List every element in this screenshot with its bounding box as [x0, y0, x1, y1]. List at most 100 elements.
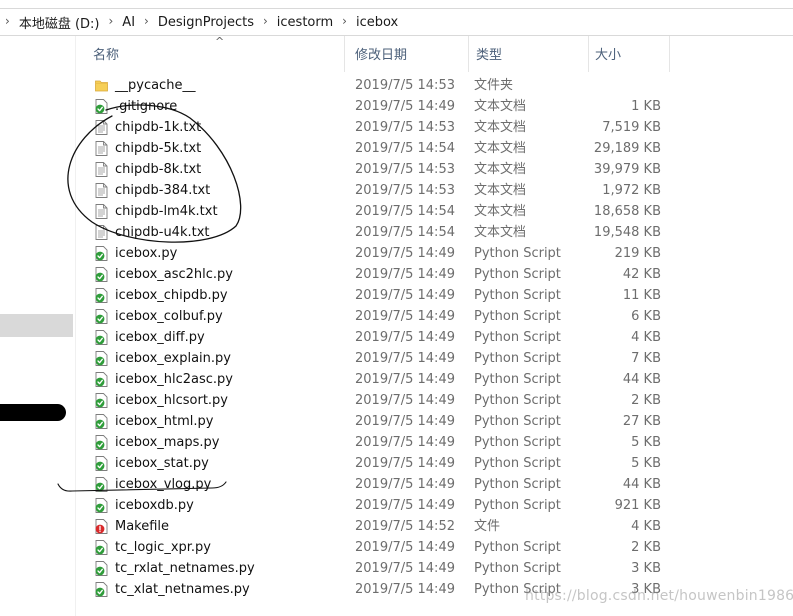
address-bar[interactable]: › 本地磁盘 (D:) › AI › DesignProjects › ices…: [0, 8, 793, 36]
file-type: 文本文档: [474, 141, 527, 156]
file-row[interactable]: chipdb-lm4k.txt 2019/7/5 14:54 文本文档 18,658 …: [76, 201, 793, 222]
file-name: chipdb-5k.txt: [115, 141, 202, 156]
file-name: icebox_maps.py: [115, 435, 220, 450]
file-row[interactable]: icebox_maps.py 2019/7/5 14:49 Python Scrip…: [76, 432, 793, 453]
column-header-date[interactable]: 修改日期: [344, 36, 468, 72]
breadcrumb-leading-separator[interactable]: ›: [0, 14, 15, 28]
file-modified-date: 2019/7/5 14:49: [355, 561, 455, 576]
file-type: 文本文档: [474, 162, 527, 177]
file-row[interactable]: Makefile 2019/7/5 14:52 文件 4 KB: [76, 516, 793, 537]
file-size: 44 KB: [622, 477, 661, 492]
file-size: 4 KB: [631, 519, 661, 534]
breadcrumb-item-drive[interactable]: 本地磁盘 (D:): [15, 13, 104, 32]
file-modified-date: 2019/7/5 14:49: [355, 351, 455, 366]
breadcrumb-separator[interactable]: ›: [337, 14, 352, 28]
file-row[interactable]: icebox_colbuf.py 2019/7/5 14:49 Python Scr…: [76, 306, 793, 327]
file-row[interactable]: chipdb-1k.txt 2019/7/5 14:53 文本文档 7,519 KB: [76, 117, 793, 138]
breadcrumb-separator[interactable]: ›: [258, 14, 273, 28]
column-header-type-label: 类型: [476, 48, 503, 63]
navigation-pane[interactable]: [0, 36, 75, 616]
file-type: 文本文档: [474, 225, 527, 240]
file-size: 18,658 KB: [593, 204, 661, 219]
file-row[interactable]: icebox_asc2hlc.py 2019/7/5 14:49 Python Sc…: [76, 264, 793, 285]
file-name: tc_rxlat_netnames.py: [115, 561, 255, 576]
file-name: tc_logic_xpr.py: [115, 540, 211, 555]
file-modified-date: 2019/7/5 14:53: [355, 183, 455, 198]
file-row[interactable]: chipdb-u4k.txt 2019/7/5 14:54 文本文档 19,548 K…: [76, 222, 793, 243]
file-name: icebox_chipdb.py: [115, 288, 228, 303]
file-row[interactable]: icebox_hlcsort.py 2019/7/5 14:49 Python Sc…: [76, 390, 793, 411]
file-modified-date: 2019/7/5 14:54: [355, 225, 455, 240]
file-name: icebox_hlcsort.py: [115, 393, 229, 408]
file-row[interactable]: tc_rxlat_netnames.py 2019/7/5 14:49 Python…: [76, 558, 793, 579]
file-size: 6 KB: [631, 309, 661, 324]
navigation-pane-selected-item[interactable]: [0, 314, 73, 337]
column-header-name[interactable]: ^ 名称: [76, 35, 344, 72]
file-modified-date: 2019/7/5 14:54: [355, 204, 455, 219]
file-name: icebox_vlog.py: [115, 477, 212, 492]
file-modified-date: 2019/7/5 14:49: [355, 246, 455, 261]
file-type: Python Script: [474, 435, 561, 450]
file-modified-date: 2019/7/5 14:49: [355, 477, 455, 492]
column-header-name-label: 名称: [93, 48, 120, 63]
file-row[interactable]: tc_logic_xpr.py 2019/7/5 14:49 Python Scri…: [76, 537, 793, 558]
python-script-icon: [95, 477, 108, 492]
file-modified-date: 2019/7/5 14:49: [355, 435, 455, 450]
python-script-icon: [95, 456, 108, 471]
sort-ascending-icon: ^: [215, 35, 225, 48]
file-row[interactable]: chipdb-8k.txt 2019/7/5 14:53 文本文档 39,979 KB: [76, 159, 793, 180]
column-header-size[interactable]: 大小: [588, 36, 670, 72]
file-type: Python Script: [474, 267, 561, 282]
file-row[interactable]: icebox_explain.py 2019/7/5 14:49 Python Sc…: [76, 348, 793, 369]
text-document-icon: [95, 141, 108, 156]
breadcrumb-separator[interactable]: ›: [139, 14, 154, 28]
unknown-file-icon: [95, 519, 108, 534]
file-type: Python Script: [474, 414, 561, 429]
breadcrumb-item-designprojects[interactable]: DesignProjects: [154, 15, 258, 30]
file-row[interactable]: icebox_html.py 2019/7/5 14:49 Python Scrip…: [76, 411, 793, 432]
file-row[interactable]: icebox.py 2019/7/5 14:49 Python Script 219 …: [76, 243, 793, 264]
file-size: 1 KB: [631, 99, 661, 114]
file-name: icebox_explain.py: [115, 351, 231, 366]
breadcrumb-item-icestorm[interactable]: icestorm: [273, 15, 337, 30]
file-name: icebox_diff.py: [115, 330, 205, 345]
python-script-icon: [95, 330, 108, 345]
file-row[interactable]: chipdb-384.txt 2019/7/5 14:53 文本文档 1,972 KB: [76, 180, 793, 201]
breadcrumb-item-icebox[interactable]: icebox: [352, 15, 402, 30]
file-size: 27 KB: [622, 414, 661, 429]
file-type: 文本文档: [474, 99, 527, 114]
file-modified-date: 2019/7/5 14:49: [355, 309, 455, 324]
breadcrumb-item-ai[interactable]: AI: [118, 15, 139, 30]
file-type: Python Script: [474, 393, 561, 408]
folder-icon: [95, 78, 108, 93]
file-modified-date: 2019/7/5 14:49: [355, 330, 455, 345]
file-row[interactable]: iceboxdb.py 2019/7/5 14:49 Python Script 92…: [76, 495, 793, 516]
python-script-icon: [95, 372, 108, 387]
file-type: Python Script: [474, 477, 561, 492]
file-modified-date: 2019/7/5 14:49: [355, 99, 455, 114]
file-name: icebox_asc2hlc.py: [115, 267, 233, 282]
file-modified-date: 2019/7/5 14:53: [355, 120, 455, 135]
column-header-type[interactable]: 类型: [468, 36, 588, 72]
file-row[interactable]: icebox_hlc2asc.py 2019/7/5 14:49 Python Sc…: [76, 369, 793, 390]
file-modified-date: 2019/7/5 14:49: [355, 540, 455, 555]
column-header-size-label: 大小: [595, 48, 622, 63]
python-script-icon: [95, 414, 108, 429]
file-size: 44 KB: [622, 372, 661, 387]
file-row[interactable]: .gitignore 2019/7/5 14:49 文本文档 1 KB: [76, 96, 793, 117]
file-row[interactable]: icebox_diff.py 2019/7/5 14:49 Python Scrip…: [76, 327, 793, 348]
python-script-icon: [95, 561, 108, 576]
file-type: Python Script: [474, 540, 561, 555]
breadcrumb-separator[interactable]: ›: [103, 14, 118, 28]
file-row[interactable]: icebox_chipdb.py 2019/7/5 14:49 Python Scr…: [76, 285, 793, 306]
file-row[interactable]: icebox_vlog.py 2019/7/5 14:49 Python Scrip…: [76, 474, 793, 495]
file-modified-date: 2019/7/5 14:49: [355, 456, 455, 471]
file-type: 文本文档: [474, 204, 527, 219]
file-name: chipdb-lm4k.txt: [115, 204, 218, 219]
file-size: 3 KB: [631, 561, 661, 576]
file-row[interactable]: chipdb-5k.txt 2019/7/5 14:54 文本文档 29,189 KB: [76, 138, 793, 159]
file-name: tc_xlat_netnames.py: [115, 582, 250, 597]
file-list: __pycache__ 2019/7/5 14:53 文件夹 .gitignore 20…: [76, 75, 793, 600]
file-row[interactable]: __pycache__ 2019/7/5 14:53 文件夹: [76, 75, 793, 96]
file-row[interactable]: icebox_stat.py 2019/7/5 14:49 Python Scrip…: [76, 453, 793, 474]
